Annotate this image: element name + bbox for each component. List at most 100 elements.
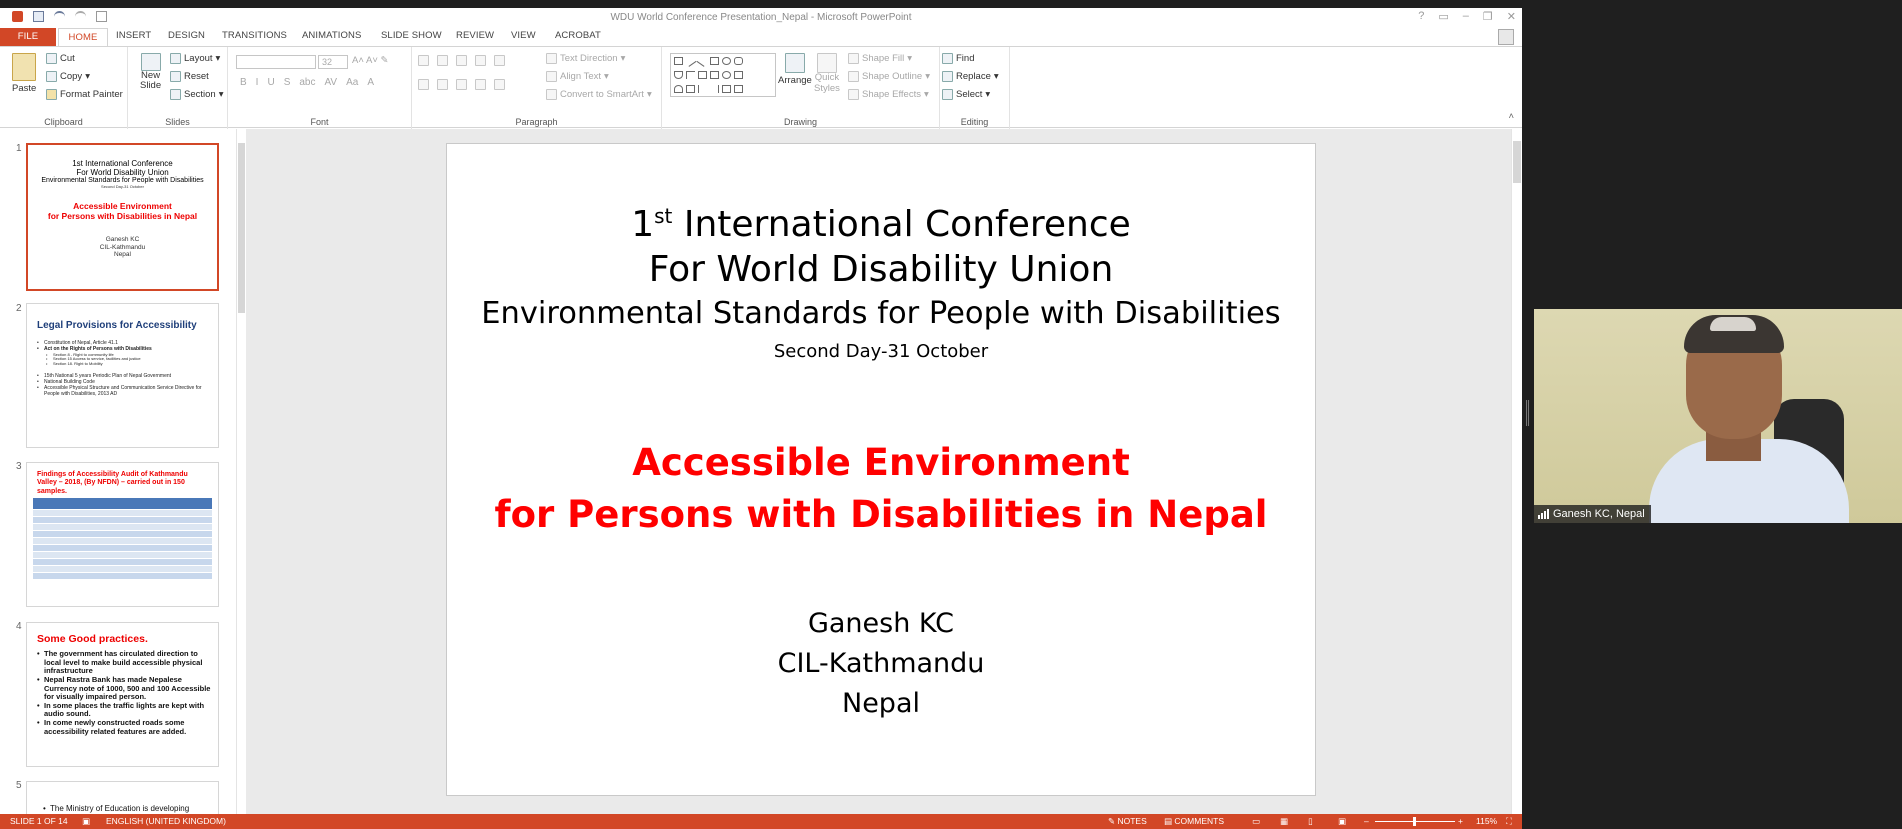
tab-home[interactable]: HOME: [58, 28, 108, 47]
user-account-icon[interactable]: [1498, 29, 1514, 45]
slide-presenter-org[interactable]: CIL-Kathmandu: [447, 648, 1315, 679]
character-spacing-icon[interactable]: AV: [324, 77, 337, 88]
line-spacing-icon[interactable]: [494, 55, 505, 66]
shadow-icon[interactable]: S: [284, 77, 291, 88]
font-size-field[interactable]: 32: [318, 55, 348, 69]
zoom-in-icon[interactable]: +: [1458, 816, 1463, 826]
slide-presenter-country[interactable]: Nepal: [447, 688, 1315, 719]
shape-circle-icon[interactable]: [722, 71, 731, 79]
numbering-icon[interactable]: [437, 55, 448, 66]
font-name-field[interactable]: [236, 55, 316, 69]
tab-transitions[interactable]: TRANSITIONS: [222, 30, 287, 41]
format-painter-button[interactable]: Format Painter: [46, 89, 123, 100]
shape-arc-icon[interactable]: [674, 85, 683, 93]
shape-curve-icon[interactable]: [686, 85, 695, 93]
section-button[interactable]: Section ▾: [170, 89, 223, 100]
scrollbar-thumb[interactable]: [1513, 141, 1521, 183]
slide-subtitle-date[interactable]: Second Day-31 October: [447, 341, 1315, 362]
shape-arrow-icon[interactable]: [696, 55, 709, 67]
shape-brace-icon[interactable]: [698, 85, 707, 93]
zoom-level[interactable]: 115%: [1476, 816, 1497, 826]
change-case-icon[interactable]: Aa: [346, 77, 358, 88]
slide-heading-red-line1[interactable]: Accessible Environment: [447, 441, 1315, 484]
shape-square-icon[interactable]: [710, 57, 719, 65]
reset-button[interactable]: Reset: [170, 71, 209, 82]
arrange-button[interactable]: Arrange: [778, 53, 812, 86]
slide-title-line1[interactable]: 1st International Conference: [447, 204, 1315, 245]
zoom-slider-thumb[interactable]: [1413, 817, 1416, 826]
font-color-icon[interactable]: A: [367, 77, 374, 88]
tab-review[interactable]: REVIEW: [456, 30, 494, 41]
current-slide[interactable]: 1st International Conference For World D…: [446, 143, 1316, 796]
layout-button[interactable]: Layout ▾: [170, 53, 220, 64]
underline-icon[interactable]: U: [267, 77, 274, 88]
normal-view-icon[interactable]: ▭: [1252, 816, 1260, 827]
shape-callout-icon[interactable]: [734, 71, 743, 79]
slide-thumbnail-5[interactable]: The Ministry of Education is developing: [26, 781, 219, 814]
shape-oval-icon[interactable]: [722, 57, 731, 65]
align-center-icon[interactable]: [437, 79, 448, 90]
shape-rounded-rect-icon[interactable]: [734, 57, 743, 65]
participant-video[interactable]: Ganesh KC, Nepal: [1534, 309, 1902, 523]
paste-button[interactable]: Paste: [12, 53, 36, 94]
scrollbar-thumb[interactable]: [238, 143, 245, 313]
minimize-icon[interactable]: –: [1463, 10, 1469, 23]
text-direction-button[interactable]: Text Direction ▾: [546, 53, 625, 64]
bold-icon[interactable]: B: [240, 77, 247, 88]
slide-title-line2[interactable]: For World Disability Union: [447, 249, 1315, 290]
slide-thumbnail-4[interactable]: Some Good practices. The government has …: [26, 622, 219, 767]
restore-icon[interactable]: ❐: [1483, 10, 1493, 23]
tab-view[interactable]: VIEW: [511, 30, 536, 41]
shape-elbow-icon[interactable]: [686, 71, 695, 79]
slide-heading-red-line2[interactable]: for Persons with Disabilities in Nepal: [447, 493, 1315, 536]
slide-thumbnail-2[interactable]: Legal Provisions for Accessibility Const…: [26, 303, 219, 448]
shape-effects-button[interactable]: Shape Effects ▾: [848, 89, 929, 100]
slide-sorter-view-icon[interactable]: ▦: [1280, 816, 1288, 827]
convert-smartart-button[interactable]: Convert to SmartArt ▾: [546, 89, 652, 100]
tab-slide-show[interactable]: SLIDE SHOW: [381, 30, 442, 41]
shape-fill-button[interactable]: Shape Fill ▾: [848, 53, 912, 64]
shape-more-icon[interactable]: [734, 85, 743, 93]
thumbnail-scrollbar[interactable]: [236, 129, 246, 814]
shape-brace-right-icon[interactable]: [710, 85, 719, 93]
decrease-indent-icon[interactable]: [456, 55, 467, 66]
tab-insert[interactable]: INSERT: [116, 30, 151, 41]
shape-line-icon[interactable]: [684, 55, 697, 67]
font-size-buttons[interactable]: A˄ A˅ ✎: [352, 55, 388, 66]
columns-icon[interactable]: [494, 79, 505, 90]
help-icon[interactable]: ?: [1418, 10, 1424, 23]
select-button[interactable]: Select ▾: [942, 89, 990, 100]
align-text-button[interactable]: Align Text ▾: [546, 71, 609, 82]
slide-thumbnail-3[interactable]: Findings of Accessibility Audit of Kathm…: [26, 462, 219, 607]
zoom-out-icon[interactable]: –: [1364, 816, 1369, 826]
justify-icon[interactable]: [475, 79, 486, 90]
slide-thumbnail-1[interactable]: 1st International Conference For World D…: [26, 143, 219, 291]
collapse-ribbon-icon[interactable]: ˄: [1508, 111, 1514, 122]
slide-show-view-icon[interactable]: ▣: [1338, 816, 1346, 827]
align-left-icon[interactable]: [418, 79, 429, 90]
shape-triangle-icon[interactable]: [674, 71, 683, 79]
slide-scrollbar[interactable]: [1511, 129, 1522, 814]
quick-styles-button[interactable]: Quick Styles: [814, 53, 840, 95]
notes-button[interactable]: ✎ NOTES: [1108, 816, 1147, 827]
ribbon-display-options-icon[interactable]: ▭: [1438, 10, 1448, 23]
spell-check-icon[interactable]: ▣: [82, 816, 90, 827]
fit-slide-icon[interactable]: ⛶: [1506, 816, 1512, 827]
find-button[interactable]: Find: [942, 53, 974, 64]
bullets-icon[interactable]: [418, 55, 429, 66]
slide-presenter-name[interactable]: Ganesh KC: [447, 608, 1315, 639]
strikethrough-icon[interactable]: abc: [299, 77, 315, 88]
shape-rect-icon[interactable]: [674, 57, 683, 65]
panel-resize-handle[interactable]: [1526, 400, 1529, 426]
language-indicator[interactable]: ENGLISH (UNITED KINGDOM): [106, 816, 226, 826]
replace-button[interactable]: Replace ▾: [942, 71, 999, 82]
italic-icon[interactable]: I: [256, 77, 259, 88]
tab-animations[interactable]: ANIMATIONS: [302, 30, 361, 41]
increase-indent-icon[interactable]: [475, 55, 486, 66]
tab-design[interactable]: DESIGN: [168, 30, 205, 41]
tab-file[interactable]: FILE: [0, 28, 56, 46]
copy-button[interactable]: Copy ▾: [46, 71, 90, 82]
comments-button[interactable]: ▤ COMMENTS: [1164, 816, 1224, 827]
align-right-icon[interactable]: [456, 79, 467, 90]
close-icon[interactable]: ✕: [1507, 10, 1516, 23]
